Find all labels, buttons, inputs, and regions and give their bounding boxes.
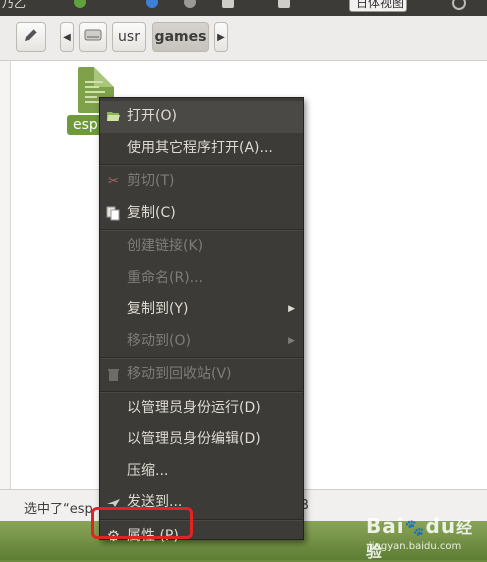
path-root-button[interactable] — [79, 22, 107, 52]
drive-icon — [84, 27, 102, 47]
status-text: 选中了“esp — [24, 502, 93, 517]
path-back-arrow-button[interactable]: ◀ — [60, 22, 74, 52]
chevron-right-icon: ▶ — [217, 31, 225, 43]
path-segment-usr[interactable]: usr — [112, 22, 146, 52]
menu-item-label: 以管理员身份运行(D) — [127, 399, 261, 416]
open-folder-icon — [106, 109, 121, 124]
watermark-brand: Bai — [366, 514, 405, 538]
menu-item-label: 打开(O) — [127, 108, 177, 124]
view-selector[interactable]: 日体视图 — [349, 0, 407, 12]
menu-item-label: 移动到回收站(V) — [127, 366, 232, 382]
menu-item-move-to-trash: 移动到回收站(V) — [100, 359, 303, 391]
menu-item-label: 以管理员身份编辑(D) — [127, 431, 261, 447]
submenu-arrow-icon: ▶ — [288, 335, 295, 346]
menu-item-label: 移动到(O) — [127, 332, 191, 349]
menu-item-send-to[interactable]: 发送到... — [100, 487, 303, 519]
search-icon[interactable] — [452, 0, 466, 10]
menu-item-run-as-admin[interactable]: 以管理员身份运行(D) — [100, 393, 303, 425]
app-indicator-icon[interactable] — [278, 0, 290, 8]
app-indicator-icon[interactable] — [184, 0, 196, 8]
menu-item-open[interactable]: 打开(O) — [100, 101, 303, 133]
top-panel: 乃乙 日体视图 — [0, 0, 487, 16]
menu-item-copy[interactable]: 复制(C) — [100, 198, 303, 230]
watermark-url: jingyan.baidu.com — [369, 541, 462, 552]
gear-icon: ⚙ — [106, 526, 121, 545]
chevron-left-icon: ◀ — [63, 31, 71, 43]
menu-item-move-to: 移动到(O) ▶ — [100, 326, 303, 358]
app-indicator-icon[interactable] — [222, 0, 234, 8]
menu-item-label: 压缩... — [127, 462, 169, 479]
edit-location-button[interactable] — [16, 22, 46, 52]
send-icon — [106, 495, 121, 510]
location-toolbar: ◀ usr games ▶ — [0, 16, 487, 61]
menu-item-label: 创建链接(K) — [127, 238, 204, 254]
menu-item-properties[interactable]: ⚙ 属性 (P) — [100, 521, 303, 553]
sidebar-edge — [0, 61, 11, 489]
baidu-watermark: Bai🐾du经验 jingyan.baidu.com — [366, 514, 484, 561]
top-panel-text: 乃乙 — [2, 0, 27, 10]
menu-item-label: 重命名(R)... — [127, 269, 204, 286]
context-menu: 打开(O) 使用其它程序打开(A)... ✂ 剪切(T) 复制(C) 创建链接(… — [99, 97, 304, 544]
path-segment-games[interactable]: games — [152, 22, 209, 52]
menu-item-label: 复制(C) — [127, 204, 176, 221]
pencil-icon — [22, 26, 40, 48]
app-indicator-icon[interactable] — [74, 0, 86, 8]
path-forward-arrow-button[interactable]: ▶ — [214, 22, 228, 52]
menu-item-open-with[interactable]: 使用其它程序打开(A)... — [100, 133, 303, 165]
watermark-brand-mid: du — [425, 514, 457, 538]
menu-item-copy-to[interactable]: 复制到(Y) ▶ — [100, 294, 303, 326]
trash-icon — [106, 367, 121, 382]
menu-item-create-link: 创建链接(K) — [100, 231, 303, 263]
menu-item-label: 属性 (P) — [127, 527, 179, 544]
scissors-icon: ✂ — [108, 174, 119, 189]
menu-item-rename: 重命名(R)... — [100, 263, 303, 295]
menu-item-edit-as-admin[interactable]: 以管理员身份编辑(D) — [100, 424, 303, 456]
menu-item-label: 复制到(Y) — [127, 301, 189, 317]
copy-icon — [106, 206, 121, 221]
app-indicator-icon[interactable] — [146, 0, 158, 8]
paw-icon: 🐾 — [404, 518, 426, 537]
menu-item-label: 使用其它程序打开(A)... — [127, 139, 273, 156]
submenu-arrow-icon: ▶ — [288, 304, 295, 314]
menu-item-label: 剪切(T) — [127, 173, 175, 189]
menu-item-cut: ✂ 剪切(T) — [100, 166, 303, 198]
menu-item-label: 发送到... — [127, 494, 183, 510]
menu-item-compress[interactable]: 压缩... — [100, 456, 303, 488]
